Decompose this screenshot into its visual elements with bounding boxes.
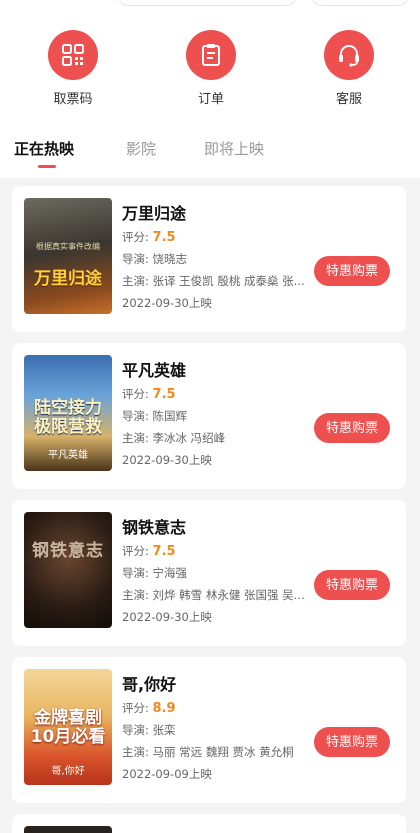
- buy-ticket-button[interactable]: 特惠购票: [314, 413, 390, 443]
- movie-title: 钢铁意志: [122, 518, 187, 537]
- tab-coming-soon-label: 即将上映: [204, 140, 265, 158]
- movie-card[interactable]: 金牌喜剧 10月必看 哥,你好 哥,你好 评分: 8.9 导演: 张栾 主演: …: [12, 657, 406, 803]
- poster-title-text: 金牌喜剧 10月必看: [30, 708, 106, 747]
- score-label: 评分:: [122, 701, 149, 715]
- ticket-code-action[interactable]: 取票码: [28, 30, 118, 107]
- clipboard-icon: [186, 30, 236, 80]
- ticket-code-label: 取票码: [53, 92, 93, 107]
- movie-release-date: 2022-09-30上映: [122, 610, 212, 624]
- movie-score: 7.5: [152, 230, 176, 245]
- movie-score-row: 评分: 7.5: [122, 383, 322, 405]
- score-label: 评分:: [122, 387, 149, 401]
- movie-card[interactable]: 陆空接力 极限营救 平凡英雄 平凡英雄 评分: 7.5 导演: 陈国辉 主演: …: [12, 343, 406, 489]
- movie-card[interactable]: 根据真实事件改编 万里归途 万里归途 评分: 7.5 导演: 饶晓志 主演: 张…: [12, 186, 406, 332]
- tab-now-showing[interactable]: 正在热映: [14, 138, 75, 168]
- poster-title-text: 万里归途: [34, 269, 102, 289]
- movie-cast: 主演: 马丽 常远 魏翔 贾冰 黄允桐: [122, 745, 294, 759]
- qr-code-icon: [48, 30, 98, 80]
- movie-info: 哥,你好 评分: 8.9 导演: 张栾 主演: 马丽 常远 魏翔 贾冰 黄允桐 …: [122, 673, 322, 785]
- buy-ticket-button[interactable]: 特惠购票: [314, 256, 390, 286]
- customer-service-action[interactable]: 客服: [304, 30, 394, 107]
- movie-title: 万里归途: [122, 204, 187, 223]
- customer-service-label: 客服: [335, 92, 362, 107]
- movie-director: 导演: 宁海强: [122, 566, 188, 580]
- tab-coming-soon[interactable]: 即将上映: [204, 138, 264, 159]
- buy-ticket-button[interactable]: 特惠购票: [314, 570, 390, 600]
- movie-cast: 主演: 刘烨 韩雪 林永健 张国强 吴...: [122, 588, 305, 602]
- movie-director: 导演: 陈国辉: [122, 409, 188, 423]
- movie-title: 平凡英雄: [122, 361, 187, 380]
- movie-title: 哥,你好: [122, 675, 177, 694]
- movie-director: 导演: 饶晓志: [122, 252, 188, 266]
- movie-score: 8.9: [152, 701, 176, 716]
- movie-score-row: 评分: 7.5: [122, 226, 322, 248]
- buy-ticket-button[interactable]: 特惠购票: [314, 727, 390, 757]
- tab-cinemas[interactable]: 影院: [126, 138, 156, 159]
- poster-title-text: 陆空接力 极限营救: [34, 398, 102, 437]
- movie-release-date: 2022-09-30上映: [122, 453, 212, 467]
- poster-subtext: 哥,你好: [51, 766, 85, 777]
- orders-label: 订单: [197, 92, 224, 107]
- movie-score-row: 评分: 7.5: [122, 540, 322, 562]
- tab-cinemas-label: 影院: [126, 140, 157, 158]
- movie-director: 导演: 张栾: [122, 723, 176, 737]
- movie-info: 平凡英雄 评分: 7.5 导演: 陈国辉 主演: 李冰冰 冯绍峰 2022-09…: [122, 359, 322, 471]
- poster-title-text: 钢铁意志: [32, 541, 104, 561]
- movie-release-date: 2022-09-30上映: [122, 296, 212, 310]
- location-pill[interactable]: [312, 0, 408, 6]
- movie-card-partial[interactable]: [12, 814, 406, 833]
- movie-cast: 主演: 李冰冰 冯绍峰: [122, 431, 226, 445]
- movie-score: 7.5: [152, 387, 176, 402]
- movie-poster: [24, 826, 112, 833]
- tab-now-showing-label: 正在热映: [14, 140, 75, 158]
- movie-score-row: 评分: 8.9: [122, 697, 322, 719]
- movie-info: 万里归途 评分: 7.5 导演: 饶晓志 主演: 张译 王俊凯 殷桃 成泰燊 张…: [122, 202, 322, 314]
- score-label: 评分:: [122, 230, 149, 244]
- headset-icon: [324, 30, 374, 80]
- orders-action[interactable]: 订单: [166, 30, 256, 107]
- movie-score: 7.5: [152, 544, 176, 559]
- top-search-bar-partial: [0, 0, 420, 8]
- poster-subtext: 根据真实事件改编: [36, 242, 100, 251]
- movie-info: 钢铁意志 评分: 7.5 导演: 宁海强 主演: 刘烨 韩雪 林永健 张国强 吴…: [122, 516, 322, 628]
- active-tab-indicator: [38, 165, 56, 168]
- movie-poster: 钢铁意志: [24, 512, 112, 628]
- movie-poster: 根据真实事件改编 万里归途: [24, 198, 112, 314]
- movie-card[interactable]: 钢铁意志 钢铁意志 评分: 7.5 导演: 宁海强 主演: 刘烨 韩雪 林永健 …: [12, 500, 406, 646]
- movie-poster: 陆空接力 极限营救 平凡英雄: [24, 355, 112, 471]
- search-bar[interactable]: [118, 0, 296, 6]
- movie-tabs: 正在热映 影院 即将上映: [0, 134, 420, 168]
- quick-actions-panel: 取票码 订单 客服 正在热映 影院 即将上映: [0, 0, 420, 178]
- score-label: 评分:: [122, 544, 149, 558]
- poster-subtext: 平凡英雄: [48, 450, 88, 461]
- movie-cast: 主演: 张译 王俊凯 殷桃 成泰燊 张...: [122, 274, 305, 288]
- movie-poster: 金牌喜剧 10月必看 哥,你好: [24, 669, 112, 785]
- movie-release-date: 2022-09-09上映: [122, 767, 212, 781]
